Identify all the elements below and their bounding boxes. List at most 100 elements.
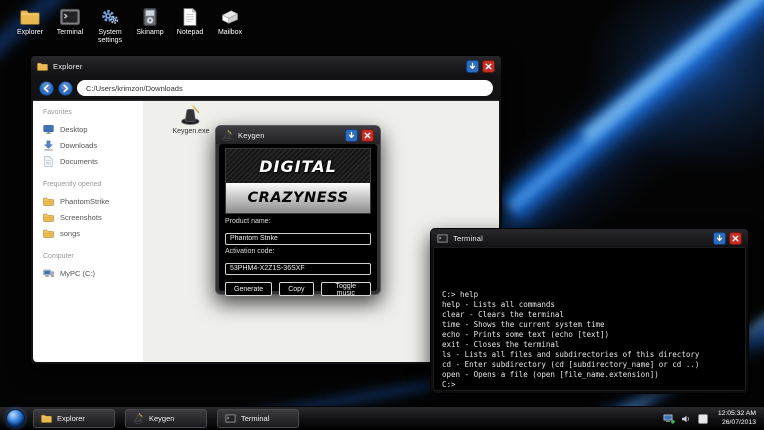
terminal-icon [437,233,448,244]
desktop-icon-notepad[interactable]: Notepad [170,8,210,45]
taskbar: Explorer Keygen Terminal 12:05:32 AM 26/07… [0,406,764,430]
sidebar-item-songs[interactable]: songs [43,225,143,241]
desktop-icon-label: Mailbox [218,29,242,37]
close-button[interactable] [482,60,495,73]
taskbar-button-label: Explorer [57,414,85,423]
sidebar-item-label: MyPC (C:) [60,269,95,278]
desktop-icon-system-settings[interactable]: System settings [90,8,130,45]
keyboard-icon[interactable] [697,414,709,424]
volume-icon[interactable] [680,414,692,424]
product-name-label: Product name: [225,218,371,225]
sidebar-item-downloads[interactable]: Downloads [43,137,143,153]
folder-icon [41,413,52,424]
keygen-logo: DIGITAL CRAZYNESS [225,148,371,214]
desktop-icon-terminal[interactable]: Terminal [50,8,90,45]
taskbar-button-keygen[interactable]: Keygen [125,409,207,428]
sidebar-item-label: PhantomStrike [60,197,109,206]
file-keygen-exe[interactable]: Keygen.exe [161,104,221,135]
close-button[interactable] [729,232,742,245]
sidebar-item-mypc-c[interactable]: MyPC (C:) [43,265,143,281]
desktop-icon-label: Terminal [57,29,83,37]
sidebar-section-heading: Frequently opened [43,181,143,188]
keygen-buttons: Generate Copy Toggle music [225,282,371,296]
file-name: Keygen.exe [173,128,210,135]
sidebar-item-phantomstrike[interactable]: PhantomStrike [43,193,143,209]
terminal-output[interactable]: C:> helphelp - Lists all commandsclear -… [433,247,746,391]
magic-hat-icon [222,130,233,141]
magic-hat-icon [133,413,144,424]
explorer-titlebar[interactable]: Explorer [31,56,501,76]
desktop-icon-mailbox[interactable]: Mailbox [210,8,250,45]
minimize-button[interactable] [345,129,358,142]
close-button[interactable] [361,129,374,142]
gears-icon [100,8,120,26]
mailbox-icon [220,8,240,26]
keygen-button-generate[interactable]: Generate [225,282,272,296]
sidebar-item-label: Screenshots [60,213,102,222]
sidebar-item-label: Downloads [60,141,97,150]
folder-icon [43,196,54,207]
desktop: Explorer Terminal System settingsSkinampNo… [0,0,764,430]
taskbar-buttons: Explorer Keygen Terminal [33,409,299,428]
keygen-window: Keygen DIGITAL CRAZYNESS Product name: A… [215,125,381,295]
terminal-line: ls - Lists all files and subdirectories … [442,350,739,360]
sidebar-item-label: songs [60,229,80,238]
keygen-logo-line1: DIGITAL [226,149,370,183]
sidebar-item-desktop[interactable]: Desktop [43,121,143,137]
folder-icon [20,8,40,26]
clock-time: 12:05:32 AM [718,410,756,419]
taskbar-button-explorer[interactable]: Explorer [33,409,115,428]
taskbar-button-terminal[interactable]: Terminal [217,409,299,428]
terminal-line: help - Lists all commands [442,300,739,310]
back-button[interactable] [39,81,54,96]
sidebar-item-label: Desktop [60,125,88,134]
clock-date: 26/07/2013 [718,419,756,428]
terminal-icon [225,413,236,424]
activation-code-input[interactable] [225,263,371,275]
keygen-button-copy[interactable]: Copy [279,282,313,296]
window-controls [713,232,742,245]
explorer-sidebar: Favorites Desktop Downloads Documents Freque… [33,101,143,362]
terminal-line: echo - Prints some text (echo [text]) [442,330,739,340]
folder-icon [43,228,54,239]
tray-icons [663,414,709,424]
terminal-window-title: Terminal [453,234,483,243]
download-icon [43,140,54,151]
terminal-icon [60,8,80,26]
keygen-button-toggle-music[interactable]: Toggle music [321,282,371,296]
terminal-line: cd - Enter subdirectory (cd [subdirector… [442,360,739,370]
minimize-button[interactable] [466,60,479,73]
product-name-input[interactable] [225,233,371,245]
explorer-window-title: Explorer [53,62,83,71]
terminal-window: Terminal C:> helphelp - Lists all comman… [430,228,749,394]
activation-code-label: Activation code: [225,248,371,255]
keygen-titlebar[interactable]: Keygen [216,126,380,144]
terminal-line: open - Opens a file (open [file_name.ext… [442,370,739,380]
taskbar-clock: 12:05:32 AM 26/07/2013 [718,410,756,427]
sidebar-item-screenshots[interactable]: Screenshots [43,209,143,225]
network-icon[interactable] [663,414,675,424]
keygen-logo-line2: CRAZYNESS [226,183,370,213]
document-icon [43,156,54,167]
sidebar-section-heading: Favorites [43,109,143,116]
system-tray: 12:05:32 AM 26/07/2013 [663,410,758,427]
folder-icon [43,212,54,223]
desktop-icon-skinamp[interactable]: Skinamp [130,8,170,45]
sidebar-section-favorites: Favorites Desktop Downloads Documents [43,109,143,169]
minimize-button[interactable] [713,232,726,245]
terminal-titlebar[interactable]: Terminal [431,229,748,247]
desktop-icon-label: System settings [90,29,130,45]
folder-icon [37,61,48,72]
forward-button[interactable] [58,81,73,96]
terminal-line: time - Shows the current system time [442,320,739,330]
sidebar-section-computer: Computer MyPC (C:) [43,253,143,281]
sidebar-section-heading: Computer [43,253,143,260]
desktop-icon-explorer[interactable]: Explorer [10,8,50,45]
sidebar-item-documents[interactable]: Documents [43,153,143,169]
sidebar-section-frequently-opened: Frequently opened PhantomStrike Screenshot… [43,181,143,241]
terminal-line: clear - Clears the terminal [442,310,739,320]
skinamp-icon [140,8,160,26]
sidebar-item-label: Documents [60,157,98,166]
start-button[interactable] [6,409,25,428]
address-input[interactable] [77,80,493,96]
